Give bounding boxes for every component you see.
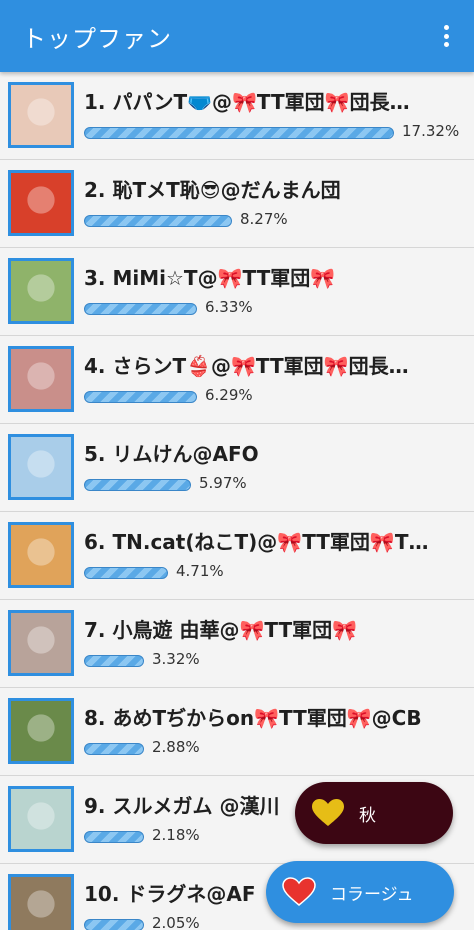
page-title: トップファン bbox=[22, 24, 172, 53]
fan-share-bar bbox=[84, 919, 144, 930]
fan-share-bar bbox=[84, 567, 168, 579]
fan-name: 8. あめTぢからon🎀TT軍団🎀@CB bbox=[84, 706, 422, 730]
fan-share-percent: 4.71% bbox=[176, 562, 224, 580]
fan-row[interactable]: 4. さらンT👙@🎀TT軍団🎀団長… 6.29% bbox=[0, 336, 474, 424]
fan-avatar[interactable] bbox=[8, 874, 74, 930]
fan-name: 2. 恥TメT恥😎@だんまん団 bbox=[84, 178, 341, 202]
fan-share-bar bbox=[84, 127, 394, 139]
app-bar: トップファン bbox=[0, 0, 474, 72]
fan-avatar[interactable] bbox=[8, 434, 74, 500]
more-options-icon[interactable] bbox=[434, 22, 458, 50]
fan-avatar[interactable] bbox=[8, 258, 74, 324]
fan-share-bar bbox=[84, 655, 144, 667]
fan-share-percent: 2.05% bbox=[152, 914, 200, 930]
fan-share-percent: 17.32% bbox=[402, 122, 460, 140]
autumn-fab-label: 秋 bbox=[359, 805, 376, 826]
fan-name: 1. パパンT🩲@🎀TT軍団🎀団長… bbox=[84, 90, 410, 114]
fan-share-bar bbox=[84, 479, 191, 491]
fan-row[interactable]: 6. TN.cat(ねこT)@🎀TT軍団🎀T… 4.71% bbox=[0, 512, 474, 600]
fan-name: 6. TN.cat(ねこT)@🎀TT軍団🎀T… bbox=[84, 530, 429, 554]
collage-fab-button[interactable]: コラージュ bbox=[266, 861, 454, 923]
fan-share-bar bbox=[84, 743, 144, 755]
fan-share-bar bbox=[84, 215, 232, 227]
fan-name: 7. 小鳥遊 由華@🎀TT軍団🎀 bbox=[84, 618, 357, 642]
fan-share-percent: 3.32% bbox=[152, 650, 200, 668]
fan-share-percent: 5.97% bbox=[199, 474, 247, 492]
fan-row[interactable]: 3. MiMi☆T@🎀TT軍団🎀 6.33% bbox=[0, 248, 474, 336]
fan-share-percent: 2.88% bbox=[152, 738, 200, 756]
fan-row[interactable]: 7. 小鳥遊 由華@🎀TT軍団🎀 3.32% bbox=[0, 600, 474, 688]
fan-share-percent: 6.29% bbox=[205, 386, 253, 404]
fan-avatar[interactable] bbox=[8, 698, 74, 764]
fan-share-bar bbox=[84, 303, 197, 315]
fan-row[interactable]: 5. リムけん@AFO 5.97% bbox=[0, 424, 474, 512]
fan-share-bar bbox=[84, 391, 197, 403]
fan-name: 3. MiMi☆T@🎀TT軍団🎀 bbox=[84, 266, 336, 290]
fan-avatar[interactable] bbox=[8, 786, 74, 852]
fan-row[interactable]: 2. 恥TメT恥😎@だんまん団 8.27% bbox=[0, 160, 474, 248]
fan-avatar[interactable] bbox=[8, 522, 74, 588]
heart-red-icon bbox=[282, 877, 316, 906]
fan-name: 5. リムけん@AFO bbox=[84, 442, 259, 466]
fan-share-bar bbox=[84, 831, 144, 843]
fan-row[interactable]: 1. パパンT🩲@🎀TT軍団🎀団長… 17.32% bbox=[0, 72, 474, 160]
fan-row[interactable]: 8. あめTぢからon🎀TT軍団🎀@CB 2.88% bbox=[0, 688, 474, 776]
collage-fab-label: コラージュ bbox=[330, 884, 414, 905]
fan-avatar[interactable] bbox=[8, 170, 74, 236]
fan-avatar[interactable] bbox=[8, 610, 74, 676]
fan-name: 4. さらンT👙@🎀TT軍団🎀団長… bbox=[84, 354, 409, 378]
autumn-fab-button[interactable]: 秋 bbox=[295, 782, 453, 844]
fan-share-percent: 2.18% bbox=[152, 826, 200, 844]
fan-avatar[interactable] bbox=[8, 82, 74, 148]
fan-share-percent: 8.27% bbox=[240, 210, 288, 228]
fan-avatar[interactable] bbox=[8, 346, 74, 412]
fan-share-percent: 6.33% bbox=[205, 298, 253, 316]
heart-yellow-icon bbox=[312, 799, 344, 826]
